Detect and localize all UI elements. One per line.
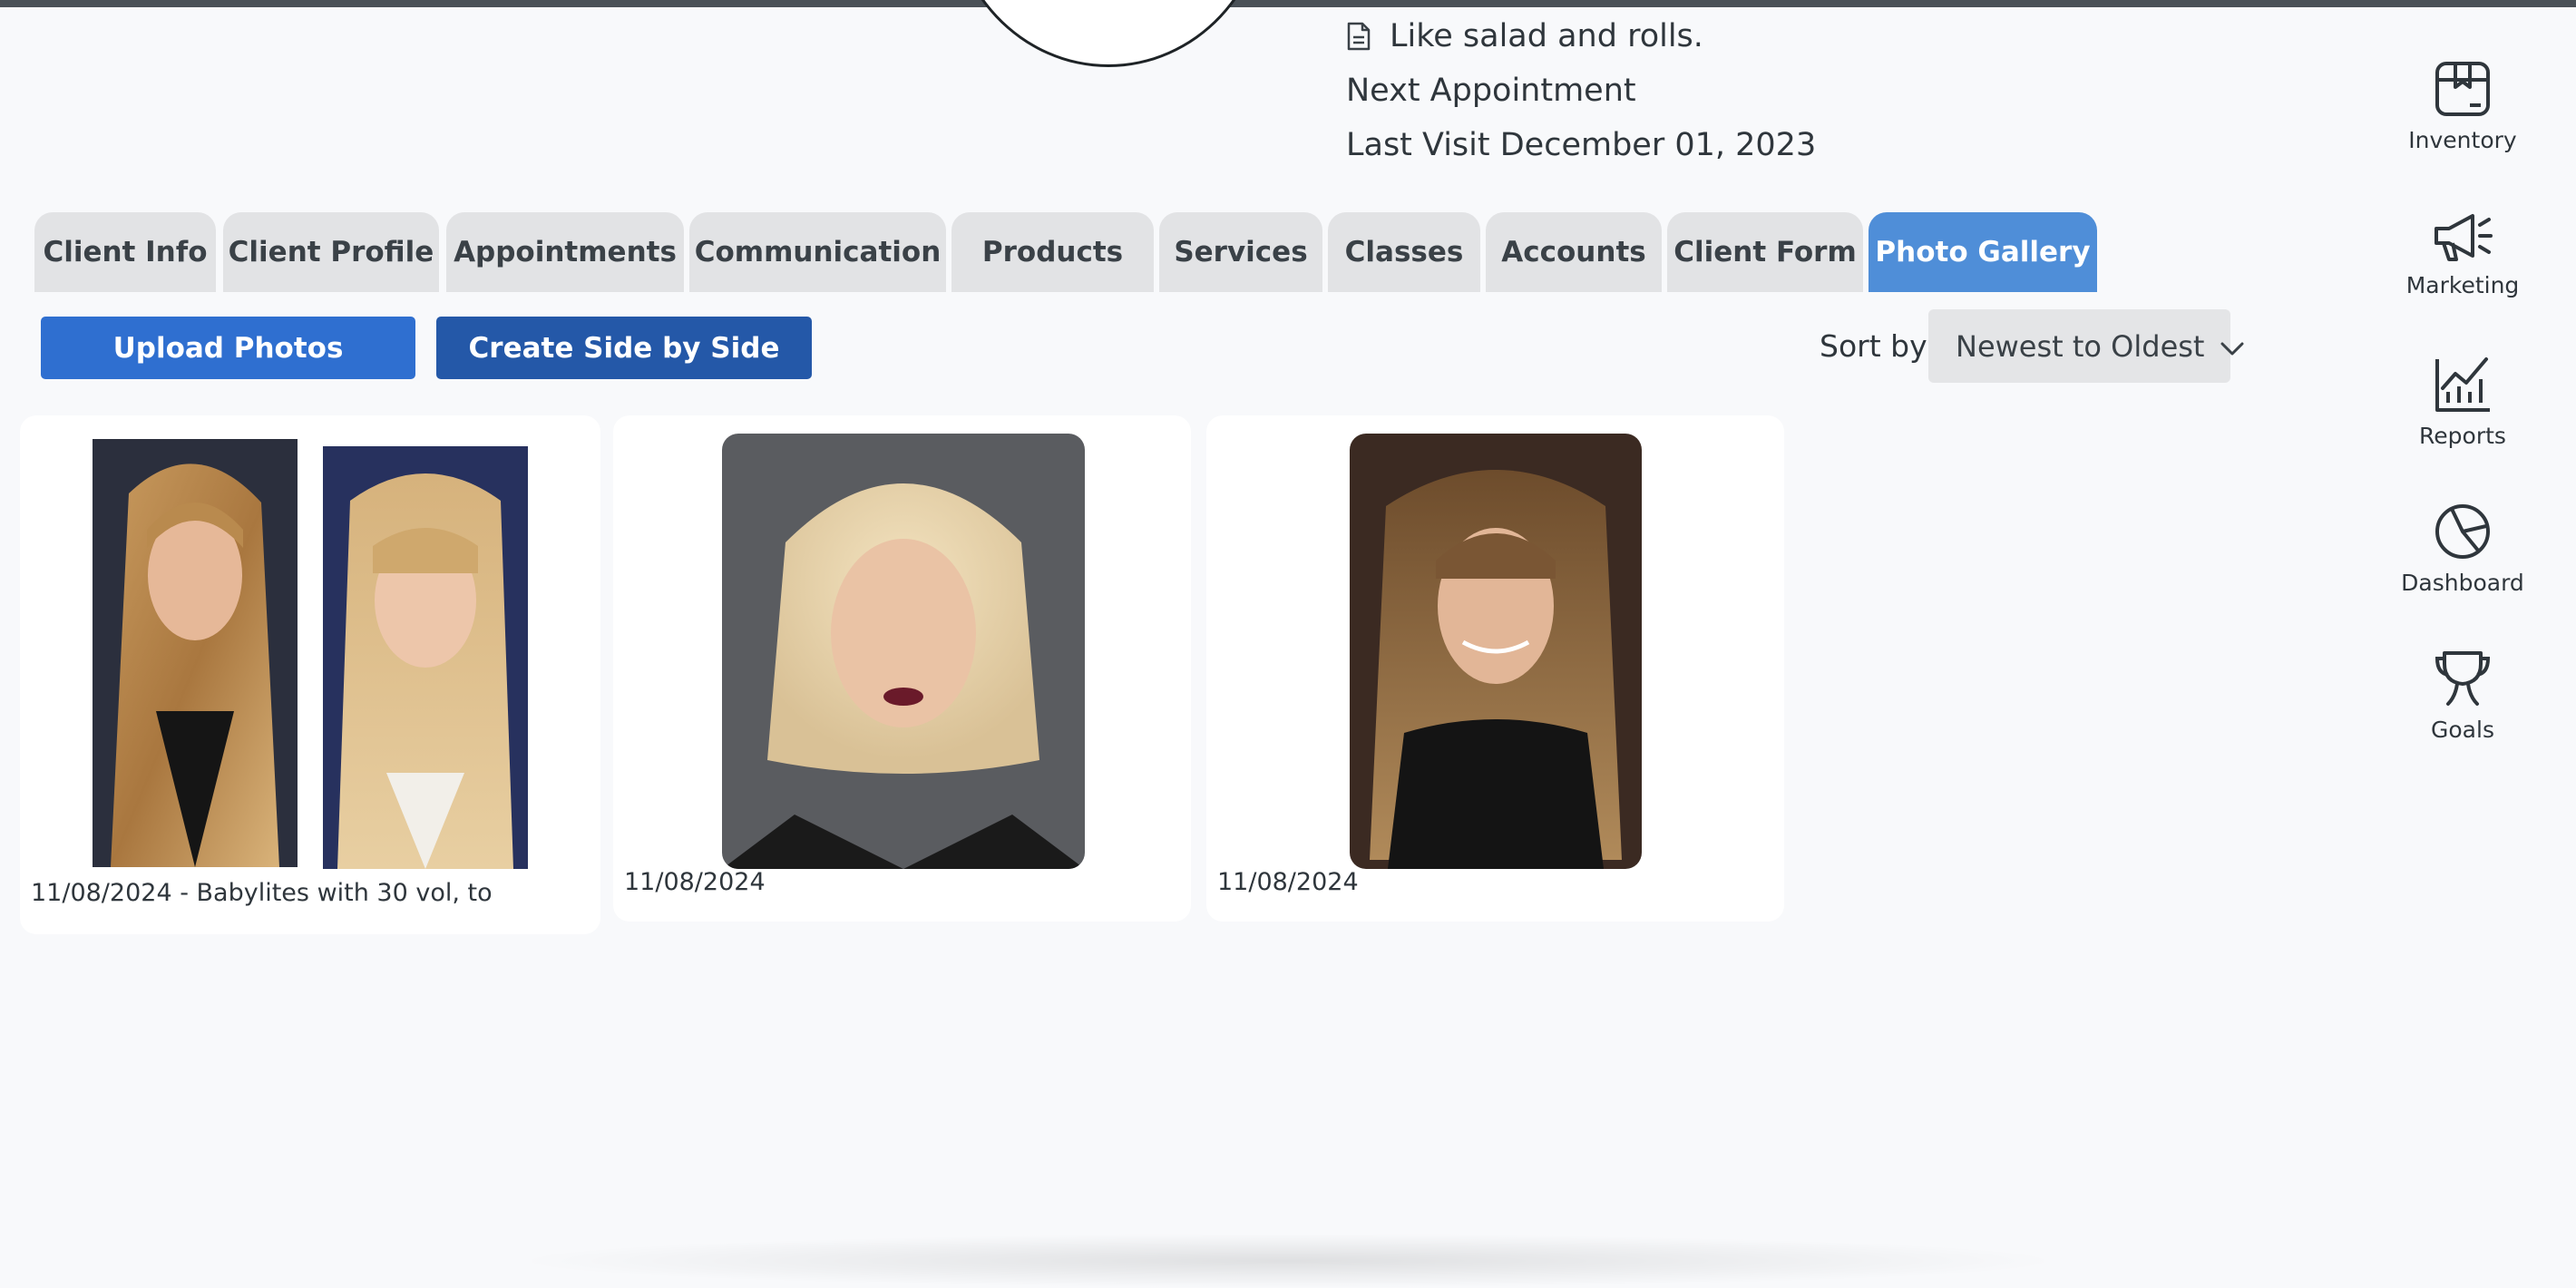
sidebar-item-dashboard[interactable]: Dashboard	[2395, 503, 2531, 596]
tab-communication[interactable]: Communication	[689, 212, 946, 292]
sidebar-item-marketing[interactable]: Marketing	[2395, 209, 2531, 298]
tab-client-form[interactable]: Client Form	[1667, 212, 1863, 292]
tab-services[interactable]: Services	[1159, 212, 1322, 292]
client-note-text: Like salad and rolls.	[1390, 18, 1703, 54]
photo-caption: 11/08/2024	[624, 868, 766, 896]
tab-photo-gallery[interactable]: Photo Gallery	[1869, 212, 2097, 292]
tab-client-info[interactable]: Client Info	[34, 212, 216, 292]
sidebar-item-label: Inventory	[2408, 127, 2517, 153]
trophy-icon	[2395, 649, 2531, 707]
gallery-card[interactable]: 11/08/2024	[613, 415, 1191, 922]
sidebar-item-label: Goals	[2431, 717, 2494, 743]
gallery-photo[interactable]	[722, 434, 1085, 869]
sidebar-item-goals[interactable]: Goals	[2395, 649, 2531, 743]
top-bar	[0, 0, 2576, 7]
note-icon	[1346, 22, 1371, 51]
photo-caption: 11/08/2024	[1217, 868, 1359, 896]
tab-client-profile[interactable]: Client Profile	[223, 212, 439, 292]
gallery-card[interactable]: 11/08/2024 - Babylites with 30 vol, to	[20, 415, 600, 934]
next-appointment: Next Appointment	[1346, 73, 1636, 109]
gallery-photo-before[interactable]	[93, 439, 298, 867]
megaphone-icon	[2395, 209, 2531, 263]
gallery-card[interactable]: 11/08/2024	[1206, 415, 1784, 922]
sidebar-item-label: Reports	[2419, 423, 2506, 449]
sidebar-item-label: Dashboard	[2401, 570, 2524, 596]
tab-appointments[interactable]: Appointments	[446, 212, 684, 292]
tab-classes[interactable]: Classes	[1328, 212, 1480, 292]
client-note: Like salad and rolls.	[1346, 18, 1703, 54]
client-avatar	[949, 0, 1268, 67]
sidebar-item-inventory[interactable]: Inventory	[2395, 60, 2531, 153]
create-side-by-side-button[interactable]: Create Side by Side	[436, 317, 812, 379]
chart-line-icon	[2395, 356, 2531, 414]
inventory-box-icon	[2395, 60, 2531, 118]
tab-products[interactable]: Products	[951, 212, 1154, 292]
sidebar-item-reports[interactable]: Reports	[2395, 356, 2531, 449]
pie-chart-icon	[2395, 503, 2531, 561]
upload-photos-button[interactable]: Upload Photos	[41, 317, 415, 379]
chevron-down-icon	[2220, 329, 2244, 364]
bottom-shadow	[508, 1234, 2068, 1288]
gallery-photo-after[interactable]	[323, 446, 528, 869]
sort-select[interactable]: Newest to Oldest	[1928, 309, 2244, 383]
sort-selected-value: Newest to Oldest	[1956, 328, 2205, 364]
tab-accounts[interactable]: Accounts	[1486, 212, 1662, 292]
sidebar-item-label: Marketing	[2405, 272, 2520, 298]
gallery-photo[interactable]	[1350, 434, 1642, 869]
last-visit: Last Visit December 01, 2023	[1346, 127, 1817, 163]
sort-label: Sort by	[1820, 328, 1927, 364]
photo-caption: 11/08/2024 - Babylites with 30 vol, to	[31, 879, 493, 907]
